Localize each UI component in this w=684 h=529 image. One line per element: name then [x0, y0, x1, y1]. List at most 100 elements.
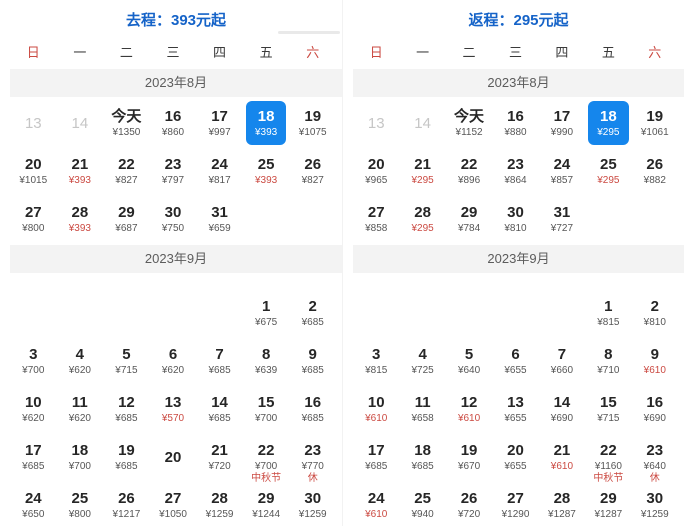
day-cell-11[interactable]: 11¥620	[60, 387, 101, 431]
day-cell-15[interactable]: 15¥700	[246, 387, 287, 431]
scrollbar-thumb[interactable]	[278, 31, 340, 34]
day-cell-30[interactable]: 休30¥1259	[292, 483, 333, 527]
day-cell-10[interactable]: 10¥620	[13, 387, 54, 431]
day-cell-12[interactable]: 12¥610	[449, 387, 489, 431]
day-cell-24[interactable]: 24¥650	[13, 483, 54, 527]
day-cell-17[interactable]: 17¥685	[13, 435, 54, 479]
day-cell-6[interactable]: 6¥655	[495, 339, 535, 383]
day-cell-25[interactable]: 25¥295	[588, 149, 628, 193]
weekday-label: 四	[539, 39, 585, 67]
day-cell-30[interactable]: 休30¥1259	[635, 483, 675, 527]
day-cell-29[interactable]: 29¥687	[106, 197, 147, 241]
day-cell-31[interactable]: 31¥727	[542, 197, 582, 241]
day-cell-20[interactable]: 20¥965	[356, 149, 396, 193]
day-cell-today[interactable]: 今天¥1152	[449, 101, 489, 145]
day-cell-14[interactable]: 14¥690	[542, 387, 582, 431]
day-cell-23[interactable]: 23¥797	[153, 149, 194, 193]
empty-cell	[402, 291, 442, 335]
day-cell-1[interactable]: 1¥675	[246, 291, 287, 335]
day-cell-7[interactable]: 7¥685	[199, 339, 240, 383]
day-cell-29[interactable]: 29¥784	[449, 197, 489, 241]
day-cell-9[interactable]: 9¥610	[635, 339, 675, 383]
day-price: ¥685	[115, 412, 137, 425]
day-cell-5[interactable]: 5¥715	[106, 339, 147, 383]
day-cell-16[interactable]: 16¥690	[635, 387, 675, 431]
day-cell-23[interactable]: 23¥864	[495, 149, 535, 193]
day-cell-13[interactable]: 13¥570	[153, 387, 194, 431]
day-cell-21[interactable]: 21¥393	[60, 149, 101, 193]
day-cell-4[interactable]: 4¥725	[402, 339, 442, 383]
day-cell-16[interactable]: 16¥685	[292, 387, 333, 431]
day-cell-19[interactable]: 19¥1061	[635, 101, 675, 145]
day-cell-21[interactable]: 21¥610	[542, 435, 582, 479]
empty-cell	[356, 291, 396, 335]
day-cell-3[interactable]: 3¥700	[13, 339, 54, 383]
day-cell-today[interactable]: 今天¥1350	[106, 101, 147, 145]
day-cell-18[interactable]: 18¥685	[402, 435, 442, 479]
day-price: ¥685	[115, 460, 137, 473]
day-cell-11[interactable]: 11¥658	[402, 387, 442, 431]
day-cell-18[interactable]: 18¥393	[246, 101, 287, 145]
day-cell-28[interactable]: 28¥1259	[199, 483, 240, 527]
day-cell-5[interactable]: 5¥640	[449, 339, 489, 383]
day-cell-27[interactable]: 27¥858	[356, 197, 396, 241]
day-cell-25[interactable]: 25¥800	[60, 483, 101, 527]
day-cell-17[interactable]: 17¥997	[199, 101, 240, 145]
day-number: 19	[646, 108, 663, 125]
day-cell-2[interactable]: 2¥685	[292, 291, 333, 335]
day-cell-25[interactable]: 25¥393	[246, 149, 287, 193]
day-cell-3[interactable]: 3¥815	[356, 339, 396, 383]
day-cell-21[interactable]: 21¥720	[199, 435, 240, 479]
day-cell-28[interactable]: 28¥295	[402, 197, 442, 241]
day-cell-7[interactable]: 7¥660	[542, 339, 582, 383]
day-cell-13[interactable]: 13¥655	[495, 387, 535, 431]
day-price: ¥687	[115, 222, 137, 235]
day-cell-18[interactable]: 18¥700	[60, 435, 101, 479]
day-cell-16[interactable]: 16¥880	[495, 101, 535, 145]
day-cell-31[interactable]: 31¥659	[199, 197, 240, 241]
day-cell-28[interactable]: 28¥1287	[542, 483, 582, 527]
day-cell-26[interactable]: 26¥827	[292, 149, 333, 193]
day-cell-10[interactable]: 10¥610	[356, 387, 396, 431]
day-cell-29[interactable]: 中秋节29¥1244	[246, 483, 287, 527]
day-cell-27[interactable]: 27¥1290	[495, 483, 535, 527]
day-cell-22[interactable]: 22¥827	[106, 149, 147, 193]
day-cell-26[interactable]: 26¥720	[449, 483, 489, 527]
day-cell-26[interactable]: 26¥1217	[106, 483, 147, 527]
day-cell-24[interactable]: 24¥817	[199, 149, 240, 193]
day-cell-2[interactable]: 2¥810	[635, 291, 675, 335]
day-cell-9[interactable]: 9¥685	[292, 339, 333, 383]
day-cell-4[interactable]: 4¥620	[60, 339, 101, 383]
day-cell-12[interactable]: 12¥685	[106, 387, 147, 431]
calendar-week-row: 10¥61011¥65812¥61013¥65514¥69015¥71516¥6…	[353, 385, 678, 433]
day-cell-17[interactable]: 17¥685	[356, 435, 396, 479]
day-cell-20[interactable]: 20¥655	[495, 435, 535, 479]
day-cell-30[interactable]: 30¥750	[153, 197, 194, 241]
day-cell-29[interactable]: 中秋节29¥1287	[588, 483, 628, 527]
day-cell-18[interactable]: 18¥295	[588, 101, 628, 145]
day-cell-19[interactable]: 19¥685	[106, 435, 147, 479]
day-cell-8[interactable]: 8¥710	[588, 339, 628, 383]
day-cell-24[interactable]: 24¥857	[542, 149, 582, 193]
day-cell-19[interactable]: 19¥670	[449, 435, 489, 479]
day-cell-1[interactable]: 1¥815	[588, 291, 628, 335]
day-cell-27[interactable]: 27¥800	[13, 197, 54, 241]
day-cell-25[interactable]: 25¥940	[402, 483, 442, 527]
day-price: ¥660	[551, 364, 573, 377]
day-cell-20[interactable]: 20	[153, 435, 194, 479]
day-cell-19[interactable]: 19¥1075	[292, 101, 333, 145]
day-cell-28[interactable]: 28¥393	[60, 197, 101, 241]
day-cell-30[interactable]: 30¥810	[495, 197, 535, 241]
day-cell-21[interactable]: 21¥295	[402, 149, 442, 193]
day-cell-15[interactable]: 15¥715	[588, 387, 628, 431]
day-cell-20[interactable]: 20¥1015	[13, 149, 54, 193]
day-cell-17[interactable]: 17¥990	[542, 101, 582, 145]
day-cell-14[interactable]: 14¥685	[199, 387, 240, 431]
day-cell-27[interactable]: 27¥1050	[153, 483, 194, 527]
day-cell-6[interactable]: 6¥620	[153, 339, 194, 383]
day-cell-16[interactable]: 16¥860	[153, 101, 194, 145]
day-cell-26[interactable]: 26¥882	[635, 149, 675, 193]
day-cell-8[interactable]: 8¥639	[246, 339, 287, 383]
day-cell-22[interactable]: 22¥896	[449, 149, 489, 193]
day-cell-24[interactable]: 24¥610	[356, 483, 396, 527]
